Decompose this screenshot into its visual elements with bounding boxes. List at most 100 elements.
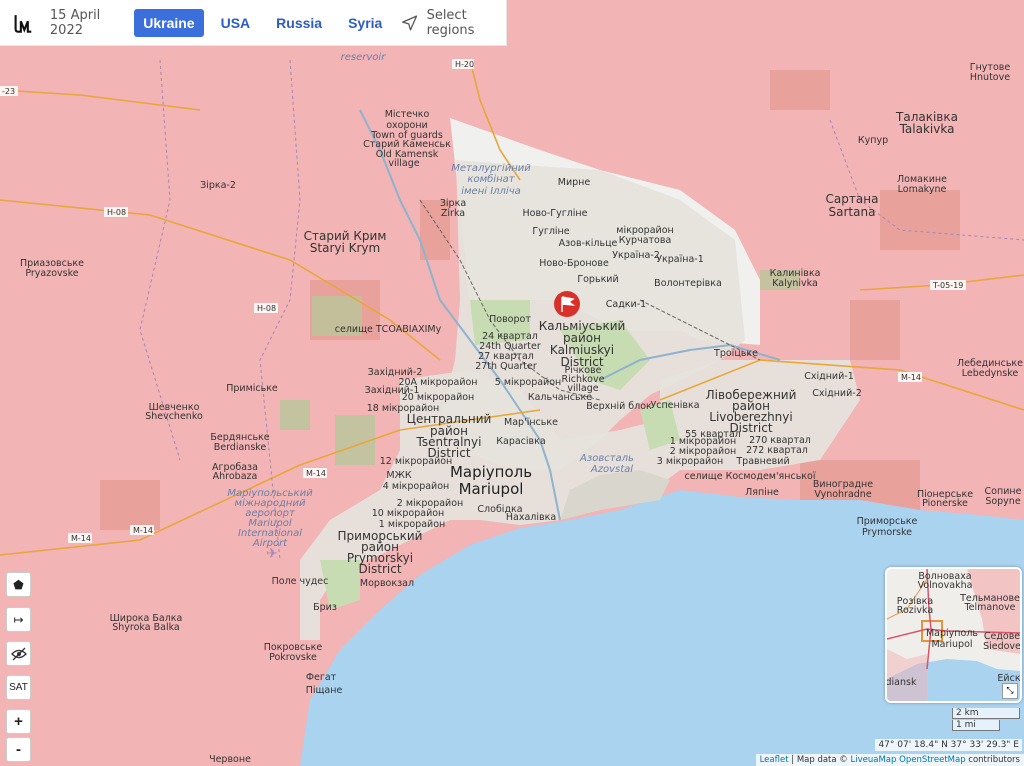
label-prymorske: Приморське — [857, 516, 918, 527]
label-lebedynske-en: Lebedynske — [962, 368, 1019, 379]
label-verkhnii-blok: Верхній блок — [586, 401, 652, 412]
satellite-toggle-button[interactable]: SAT — [6, 675, 31, 700]
measure-button[interactable]: ↦ — [6, 607, 31, 632]
overview-minimap[interactable]: Волноваха Volnovakha Тельманове Telmanov… — [885, 567, 1022, 703]
top-bar: 15 April 2022 Ukraine USA Russia Syria S… — [0, 0, 507, 46]
osm-link[interactable]: OpenStreetMap — [899, 755, 965, 765]
date-label: 15 April 2022 — [49, 7, 101, 38]
leaflet-link[interactable]: Leaflet — [760, 755, 789, 765]
minimap-mariupol-en: Mariupol — [931, 639, 972, 650]
map-attribution: Leaflet | Map data © LiveuaMap OpenStree… — [755, 754, 1024, 766]
label-sartana: Сартана — [826, 192, 879, 206]
label-skhidnyi-2: Східний-2 — [812, 388, 862, 399]
label-azov-kilts: Азов-кільце — [559, 238, 618, 249]
minimap-toggle-button[interactable]: ⤡ — [1002, 683, 1018, 699]
label-airport-6: Airport — [252, 538, 288, 549]
label-azovstal-en: Azovstal — [590, 464, 633, 475]
minimap-siedove-en: Siedove — [983, 641, 1020, 652]
minimap-volnovakha-en: Volnovakha — [918, 580, 973, 591]
road-h08: H-08 — [107, 208, 126, 217]
label-prym-4: District — [358, 562, 401, 576]
label-staryi-krym-en: Staryi Krym — [310, 241, 380, 255]
label-novo-huhlyne: Ново-Гугліне — [523, 208, 588, 219]
label-q272: 272 квартал — [746, 445, 808, 456]
liveuamap-link[interactable]: LiveuaMap — [851, 755, 897, 765]
label-mkr-5: 5 мікрорайон — [495, 377, 562, 388]
label-pole-chudes: Поле чудес — [272, 576, 329, 587]
arrow-to-bar-icon: ↦ — [13, 612, 24, 627]
scale-km: 2 km — [952, 708, 1020, 719]
label-shyroka-balka-en: Shyroka Balka — [112, 622, 180, 633]
label-kalchanske: Кальчанське — [528, 392, 592, 403]
label-travnevyi: Травневий — [735, 456, 789, 467]
label-bryz: Бриз — [313, 602, 337, 613]
scale-mi: 1 mi — [952, 720, 1000, 731]
label-mkr-4: 4 мікрорайон — [383, 481, 450, 492]
label-uspenivka: Успенівка — [650, 400, 699, 411]
road-h20: H-20 — [455, 60, 474, 69]
minimap-telmanove-en: Telmanove — [963, 602, 1015, 613]
label-horkyi: Горький — [577, 274, 618, 285]
label-selyshche-tsoav: селище ТСОАВІАХІМу — [335, 324, 442, 335]
liveuamap-logo[interactable] — [13, 11, 34, 35]
nav-usa[interactable]: USA — [212, 9, 260, 37]
road-t0519: T-05-19 — [932, 281, 963, 290]
label-village: village — [388, 158, 419, 169]
label-troitske: Троїцьке — [713, 348, 758, 359]
scale-bar: 2 km 1 mi — [952, 708, 1020, 732]
label-kalynivka-en: Kalynivka — [772, 278, 818, 289]
label-pokrovske-en: Pokrovske — [269, 652, 317, 663]
zoom-in-button[interactable]: + — [6, 709, 31, 734]
label-sopyne-en: Sopyne — [985, 496, 1021, 507]
label-mistechko: Містечко — [385, 109, 430, 120]
label-mkr-kurchatova-2: Курчатова — [619, 235, 672, 246]
label-hnutove-en: Hnutove — [970, 72, 1010, 83]
label-reservoir: reservoir — [341, 52, 387, 63]
label-q27-en: 27th Quarter — [475, 361, 537, 372]
label-prymiske: Приміське — [226, 383, 278, 394]
label-pryazovske-en: Pryazovske — [25, 268, 78, 279]
road-r23: -23 — [2, 87, 15, 96]
map-canvas[interactable]: ✈ reservoir Містечко охорони Town of gua… — [0, 46, 1024, 766]
hide-layers-button[interactable] — [6, 641, 31, 666]
label-morvokzal: Морвокзал — [360, 578, 414, 589]
label-kupur: Купур — [858, 135, 888, 146]
draw-polygon-button[interactable]: ⬟ — [6, 572, 31, 597]
event-flag-marker[interactable] — [554, 291, 580, 317]
nav-syria[interactable]: Syria — [339, 9, 391, 37]
label-sadky-1: Садки-1 — [606, 299, 646, 310]
minimap-dyansk: diansk — [887, 677, 917, 688]
label-prymorske-en: Prymorske — [862, 527, 912, 538]
label-mariupol: Маріуполь — [450, 463, 532, 481]
label-pishane: Піщане — [306, 685, 343, 696]
label-shevchenko-en: Shevchenko — [145, 411, 203, 422]
navigation-arrow-icon — [402, 14, 418, 31]
label-ukraina-1: Україна-1 — [656, 254, 704, 265]
zoom-out-button[interactable]: - — [6, 737, 31, 762]
nav-russia[interactable]: Russia — [267, 9, 331, 37]
eye-slash-icon — [10, 647, 27, 660]
minimap-rozivka-en: Rozivka — [897, 605, 933, 616]
label-huhline: Гугліне — [532, 226, 569, 237]
minimap-mariupol: Маріуполь — [926, 628, 978, 639]
label-zirka-en: Zirka — [441, 208, 465, 219]
label-berdianske-en: Berdianske — [214, 442, 267, 453]
label-selyshche-kosm: селище Космодем'янської — [684, 471, 815, 482]
road-m14d: M-14 — [901, 373, 921, 382]
label-fehat: Фегат — [306, 672, 337, 683]
attribution-contributors: contributors — [965, 755, 1020, 765]
label-azovstal: Азовсталь — [579, 453, 634, 464]
nav-ukraine[interactable]: Ukraine — [134, 8, 204, 37]
label-mkr-10: 10 мікрорайон — [372, 508, 445, 519]
label-mzhk: МЖК — [386, 470, 411, 481]
label-chervone: Червоне — [209, 754, 251, 765]
label-ahrobaza-en: Ahrobaza — [213, 471, 258, 482]
select-regions-button[interactable]: Select regions — [401, 8, 506, 38]
label-liapine: Ляпіне — [745, 487, 779, 498]
label-sartana-en: Sartana — [829, 205, 876, 219]
label-met-kombinat-1: Металургійний — [451, 162, 531, 174]
label-nakhalivka: Нахалівка — [506, 512, 556, 523]
collapse-arrow-icon: ⤡ — [1006, 686, 1014, 696]
label-mkr-12: 12 мікрорайон — [380, 456, 453, 467]
label-mkr-3: 3 мікрорайон — [657, 456, 724, 467]
